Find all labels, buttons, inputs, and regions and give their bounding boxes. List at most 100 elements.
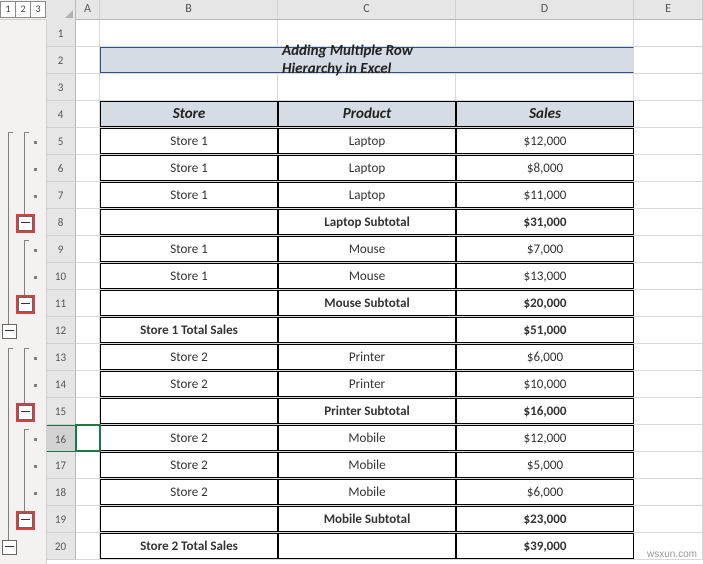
outline-collapse-button[interactable] [18, 513, 33, 528]
cell[interactable] [634, 290, 703, 316]
cell[interactable] [634, 128, 703, 154]
cell[interactable] [634, 20, 703, 46]
cell[interactable] [278, 317, 456, 343]
cell[interactable] [634, 452, 703, 478]
row-header[interactable]: 12 [46, 317, 76, 344]
cell[interactable]: Mobile Subtotal [278, 506, 456, 532]
cell[interactable]: $7,000 [456, 236, 634, 262]
cell[interactable] [76, 290, 100, 316]
row-header[interactable]: 6 [46, 155, 76, 182]
column-header-C[interactable]: C [278, 0, 456, 19]
cell[interactable]: Store 2 Total Sales [100, 533, 278, 559]
cell[interactable]: Mobile [278, 425, 456, 451]
cell[interactable] [76, 155, 100, 181]
row-header[interactable]: 18 [46, 479, 76, 506]
cell[interactable] [278, 74, 456, 100]
cell[interactable]: $12,000 [456, 128, 634, 154]
cell[interactable]: Store 1 [100, 236, 278, 262]
cell[interactable] [76, 209, 100, 235]
cell[interactable] [76, 533, 100, 559]
cell[interactable]: $12,000 [456, 425, 634, 451]
row-header[interactable]: 13 [46, 344, 76, 371]
cell[interactable] [76, 344, 100, 370]
column-header-D[interactable]: D [456, 0, 634, 19]
cell[interactable]: Adding Multiple Row Hierarchy in Excel [278, 47, 456, 73]
cell[interactable]: $13,000 [456, 263, 634, 289]
cell[interactable]: Printer Subtotal [278, 398, 456, 424]
cell[interactable]: $6,000 [456, 479, 634, 505]
cell[interactable]: $39,000 [456, 533, 634, 559]
cell[interactable]: Laptop [278, 128, 456, 154]
cell[interactable] [278, 533, 456, 559]
cell[interactable] [76, 263, 100, 289]
cell[interactable] [76, 317, 100, 343]
row-header[interactable]: 15 [46, 398, 76, 425]
cell[interactable]: Store [100, 101, 278, 127]
outline-level-3[interactable]: 3 [31, 1, 46, 18]
cell[interactable]: Mobile [278, 452, 456, 478]
column-header-A[interactable]: A [76, 0, 100, 19]
cell[interactable] [76, 452, 100, 478]
cell[interactable]: Laptop Subtotal [278, 209, 456, 235]
cell[interactable]: $6,000 [456, 344, 634, 370]
select-all-corner[interactable] [46, 0, 76, 20]
cell[interactable] [100, 209, 278, 235]
outline-collapse-button[interactable] [18, 297, 33, 312]
cell[interactable] [76, 371, 100, 397]
cell[interactable]: $16,000 [456, 398, 634, 424]
cell[interactable] [456, 47, 634, 73]
row-header[interactable]: 16 [46, 425, 76, 452]
cell[interactable] [100, 506, 278, 532]
cell[interactable] [634, 344, 703, 370]
cell[interactable]: $8,000 [456, 155, 634, 181]
cell[interactable] [634, 398, 703, 424]
cell[interactable]: Product [278, 101, 456, 127]
cell[interactable]: Mouse Subtotal [278, 290, 456, 316]
cell[interactable] [634, 263, 703, 289]
cell[interactable]: Store 1 [100, 182, 278, 208]
cell[interactable] [100, 47, 278, 73]
row-header[interactable]: 10 [46, 263, 76, 290]
row-header[interactable]: 4 [46, 101, 76, 128]
cell[interactable] [76, 506, 100, 532]
row-header[interactable]: 19 [46, 506, 76, 533]
cell[interactable] [456, 74, 634, 100]
cell[interactable]: $20,000 [456, 290, 634, 316]
cell[interactable] [76, 479, 100, 505]
cell[interactable] [76, 182, 100, 208]
cell[interactable] [634, 236, 703, 262]
column-header-E[interactable]: E [634, 0, 703, 19]
cell[interactable]: Store 1 Total Sales [100, 317, 278, 343]
cell[interactable] [634, 425, 703, 451]
cell[interactable] [634, 371, 703, 397]
cell[interactable]: Store 2 [100, 479, 278, 505]
cell[interactable] [634, 47, 703, 73]
cell[interactable] [634, 155, 703, 181]
cell[interactable] [100, 290, 278, 316]
cell[interactable]: Store 2 [100, 425, 278, 451]
cell[interactable] [76, 398, 100, 424]
cell[interactable]: Laptop [278, 155, 456, 181]
row-header[interactable]: 7 [46, 182, 76, 209]
cell[interactable] [456, 20, 634, 46]
cell[interactable] [634, 506, 703, 532]
cell[interactable] [76, 74, 100, 100]
outline-level-2[interactable]: 2 [16, 1, 31, 18]
outline-collapse-button[interactable] [2, 540, 17, 555]
cell[interactable]: Store 1 [100, 263, 278, 289]
cell[interactable] [634, 74, 703, 100]
cell[interactable]: Printer [278, 371, 456, 397]
cell[interactable]: Store 1 [100, 128, 278, 154]
row-header[interactable]: 11 [46, 290, 76, 317]
row-header[interactable]: 3 [46, 74, 76, 101]
cell[interactable]: Store 2 [100, 371, 278, 397]
row-header[interactable]: 17 [46, 452, 76, 479]
outline-collapse-button[interactable] [2, 324, 17, 339]
cell[interactable] [100, 398, 278, 424]
cell[interactable] [76, 425, 100, 451]
cell[interactable] [634, 479, 703, 505]
column-header-B[interactable]: B [100, 0, 278, 19]
cell[interactable] [100, 74, 278, 100]
cell[interactable] [76, 47, 100, 73]
cell[interactable] [76, 236, 100, 262]
